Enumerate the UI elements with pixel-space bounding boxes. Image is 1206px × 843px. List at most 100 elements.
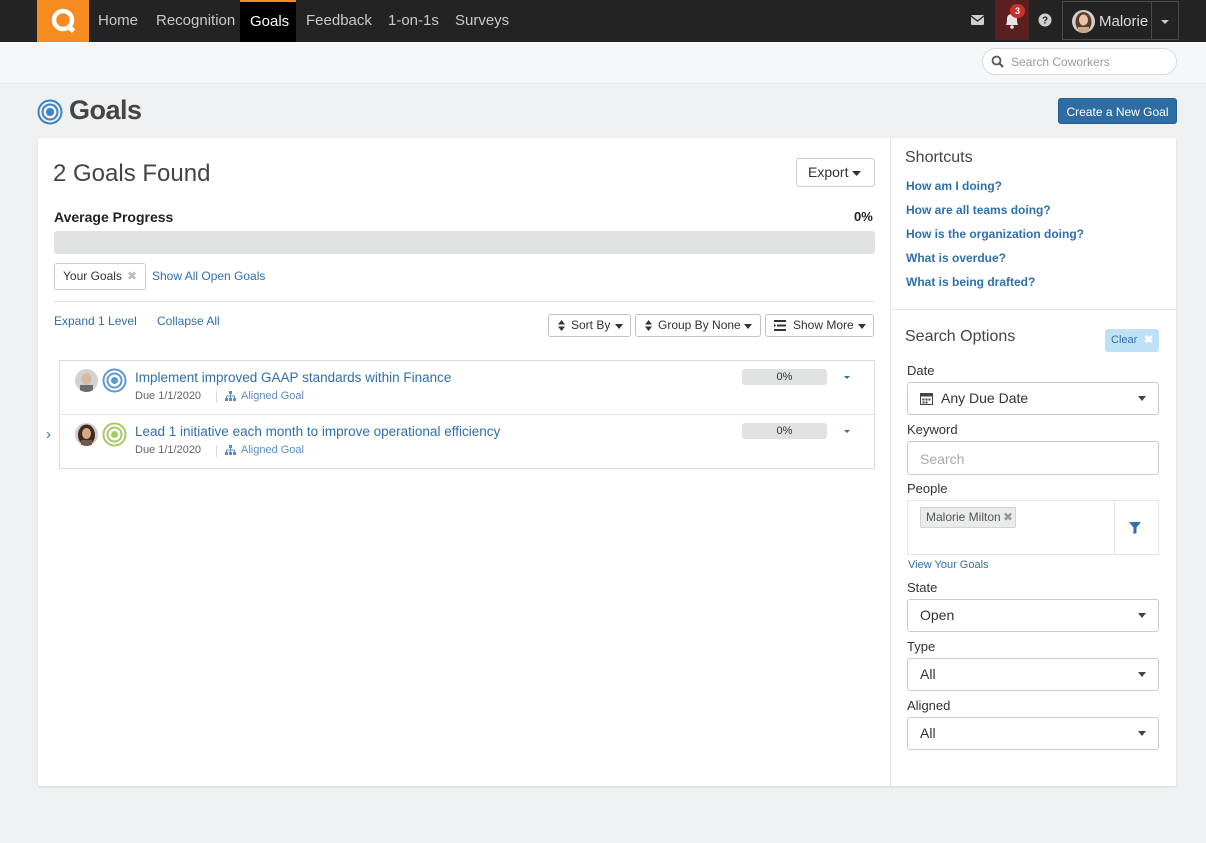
- keyword-input[interactable]: [920, 450, 1145, 468]
- type-label: Type: [907, 639, 936, 654]
- average-progress-bar: [54, 231, 875, 254]
- nav-1on1s[interactable]: 1-on-1s: [378, 0, 449, 42]
- state-label: State: [907, 580, 938, 595]
- sort-by-button[interactable]: Sort By: [548, 314, 631, 337]
- aligned-goal-label: Aligned Goal: [241, 444, 304, 456]
- filter-chip-your-goals[interactable]: Your Goals ✖: [54, 263, 146, 290]
- page-title: Goals: [69, 95, 142, 125]
- sidebar-divider: [890, 138, 891, 786]
- divider: [216, 391, 217, 403]
- hierarchy-icon: [225, 445, 236, 455]
- mail-icon[interactable]: [960, 0, 994, 42]
- svg-text:?: ?: [1042, 16, 1048, 27]
- show-more-label: Show More: [793, 318, 854, 332]
- state-select[interactable]: Open: [907, 599, 1159, 632]
- goal-row[interactable]: Implement improved GAAP standards within…: [60, 361, 874, 414]
- average-progress-value: 0%: [854, 209, 873, 224]
- goal-target-icon: [102, 368, 127, 393]
- caret-down-icon: [852, 171, 861, 176]
- sidebar-section-divider: [891, 309, 1176, 310]
- shortcuts-heading: Shortcuts: [905, 149, 973, 166]
- goal-target-icon: [102, 422, 127, 447]
- expand-row-chevron-icon[interactable]: ›: [46, 426, 51, 443]
- caret-down-icon: [1138, 613, 1146, 618]
- notification-badge: 3: [1010, 4, 1025, 18]
- filter-icon[interactable]: [1129, 522, 1141, 534]
- export-button[interactable]: Export: [796, 158, 875, 187]
- caret-down-icon: [744, 324, 752, 329]
- collapse-all-link[interactable]: Collapse All: [157, 314, 220, 328]
- caret-down-icon: [1138, 731, 1146, 736]
- goal-actions-caret-icon[interactable]: [840, 370, 854, 384]
- export-label: Export: [808, 164, 849, 180]
- remove-filter-icon[interactable]: ✖: [127, 264, 137, 289]
- search-coworkers-input[interactable]: [1011, 54, 1171, 70]
- search-options-heading: Search Options: [905, 328, 1016, 345]
- caret-down-icon[interactable]: [1152, 1, 1179, 40]
- date-select-value: Any Due Date: [941, 390, 1029, 406]
- type-select-value: All: [920, 666, 936, 682]
- nav-recognition[interactable]: Recognition: [146, 0, 245, 42]
- goal-progress-text: 0%: [776, 425, 793, 437]
- aligned-select[interactable]: All: [907, 717, 1159, 750]
- calendar-icon: [920, 392, 933, 405]
- goal-progress-bar: 0%: [742, 423, 827, 439]
- goal-actions-caret-icon[interactable]: [840, 424, 854, 438]
- shortcut-how-is-org-doing[interactable]: How is the organization doing?: [906, 227, 1084, 241]
- date-select[interactable]: Any Due Date: [907, 382, 1159, 415]
- shortcut-what-is-drafted[interactable]: What is being drafted?: [906, 275, 1035, 289]
- average-progress-label: Average Progress: [54, 209, 174, 225]
- goals-count-heading: 2 Goals Found: [53, 160, 211, 187]
- nav-feedback[interactable]: Feedback: [296, 0, 382, 42]
- help-icon[interactable]: ?: [1030, 0, 1060, 42]
- people-chip: Malorie Milton ✖: [920, 507, 1016, 528]
- aligned-goal-label: Aligned Goal: [241, 390, 304, 402]
- create-goal-button[interactable]: Create a New Goal: [1058, 98, 1177, 124]
- sort-icon: [558, 320, 565, 331]
- list-icon: [774, 320, 786, 331]
- remove-person-icon[interactable]: ✖: [1003, 508, 1013, 527]
- search-coworkers-field[interactable]: [982, 48, 1177, 75]
- caret-down-icon: [1138, 672, 1146, 677]
- expand-level-link[interactable]: Expand 1 Level: [54, 314, 137, 328]
- goals-target-icon: [37, 99, 63, 125]
- show-all-open-goals-link[interactable]: Show All Open Goals: [152, 269, 265, 283]
- goal-due-date: Due 1/1/2020: [135, 444, 202, 456]
- goal-title-link[interactable]: Implement improved GAAP standards within…: [135, 370, 451, 385]
- user-menu-button[interactable]: Malorie: [1062, 1, 1152, 40]
- nav-goals[interactable]: Goals: [240, 0, 296, 42]
- caret-down-icon: [858, 324, 866, 329]
- shortcut-how-am-i-doing[interactable]: How am I doing?: [906, 179, 1002, 193]
- show-more-button[interactable]: Show More: [765, 314, 874, 337]
- user-name: Malorie: [1099, 13, 1149, 30]
- sort-icon: [645, 320, 652, 331]
- aligned-goal-link[interactable]: Aligned Goal: [241, 390, 304, 402]
- search-icon: [991, 55, 1005, 69]
- nav-home[interactable]: Home: [88, 0, 148, 42]
- aligned-goal-link[interactable]: Aligned Goal: [241, 444, 304, 456]
- filter-chip-label: Your Goals: [63, 269, 122, 283]
- logo-icon[interactable]: [37, 0, 89, 42]
- group-by-label: Group By None: [658, 318, 741, 332]
- group-by-button[interactable]: Group By None: [635, 314, 761, 337]
- aligned-select-value: All: [920, 725, 936, 741]
- sort-by-label: Sort By: [571, 318, 611, 332]
- avatar: [75, 369, 98, 392]
- type-select[interactable]: All: [907, 658, 1159, 691]
- keyword-field[interactable]: [907, 441, 1159, 475]
- goal-title-link[interactable]: Lead 1 initiative each month to improve …: [135, 424, 500, 439]
- avatar: [1072, 10, 1095, 33]
- goal-progress-text: 0%: [776, 371, 793, 383]
- nav-surveys[interactable]: Surveys: [445, 0, 519, 42]
- goal-row[interactable]: Lead 1 initiative each month to improve …: [60, 415, 874, 468]
- shortcut-what-is-overdue[interactable]: What is overdue?: [906, 251, 1006, 265]
- caret-down-icon: [1138, 396, 1146, 401]
- view-your-goals-link[interactable]: View Your Goals: [908, 559, 989, 571]
- avatar: [75, 423, 98, 446]
- divider: [54, 301, 875, 302]
- shortcut-how-are-teams-doing[interactable]: How are all teams doing?: [906, 203, 1051, 217]
- people-chip-label: Malorie Milton: [926, 510, 1001, 524]
- divider: [216, 445, 217, 457]
- caret-down-icon: [615, 324, 623, 329]
- clear-filters-button[interactable]: Clear ✖: [1105, 329, 1159, 352]
